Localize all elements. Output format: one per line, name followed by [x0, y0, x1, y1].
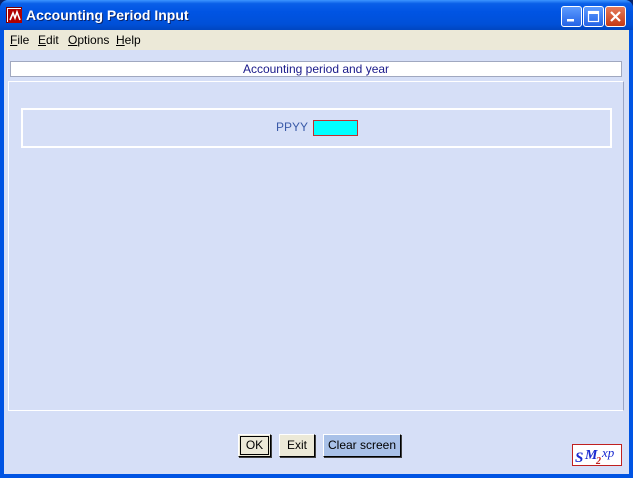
menu-edit[interactable]: Edit: [38, 33, 59, 47]
sm2xp-logo: S M 2 xp: [572, 444, 622, 467]
clear-screen-button[interactable]: Clear screen: [323, 434, 401, 457]
menu-help[interactable]: Help: [116, 33, 141, 47]
ppyy-input[interactable]: [313, 120, 358, 136]
menu-options[interactable]: Options: [68, 33, 109, 47]
logo-s: S: [575, 450, 583, 465]
ppyy-field-group: PPYY: [21, 108, 612, 148]
exit-button[interactable]: Exit: [279, 434, 315, 457]
minimize-icon[interactable]: [561, 6, 582, 27]
app-window: Accounting Period Input File Edit Option…: [0, 0, 633, 478]
maximize-icon[interactable]: [583, 6, 604, 27]
client-area: File Edit Options Help Accounting period…: [4, 30, 629, 474]
section-header: Accounting period and year: [10, 61, 622, 77]
menu-bar: File Edit Options Help: [4, 30, 629, 50]
window-title: Accounting Period Input: [26, 7, 189, 23]
close-icon[interactable]: [605, 6, 626, 27]
ppyy-label: PPYY: [276, 120, 309, 134]
menu-file[interactable]: File: [10, 33, 29, 47]
logo-2: 2: [595, 456, 601, 465]
logo-xp: xp: [601, 445, 615, 460]
ok-button[interactable]: OK: [238, 434, 271, 457]
title-bar[interactable]: Accounting Period Input: [0, 0, 633, 30]
app-icon[interactable]: [6, 7, 22, 23]
